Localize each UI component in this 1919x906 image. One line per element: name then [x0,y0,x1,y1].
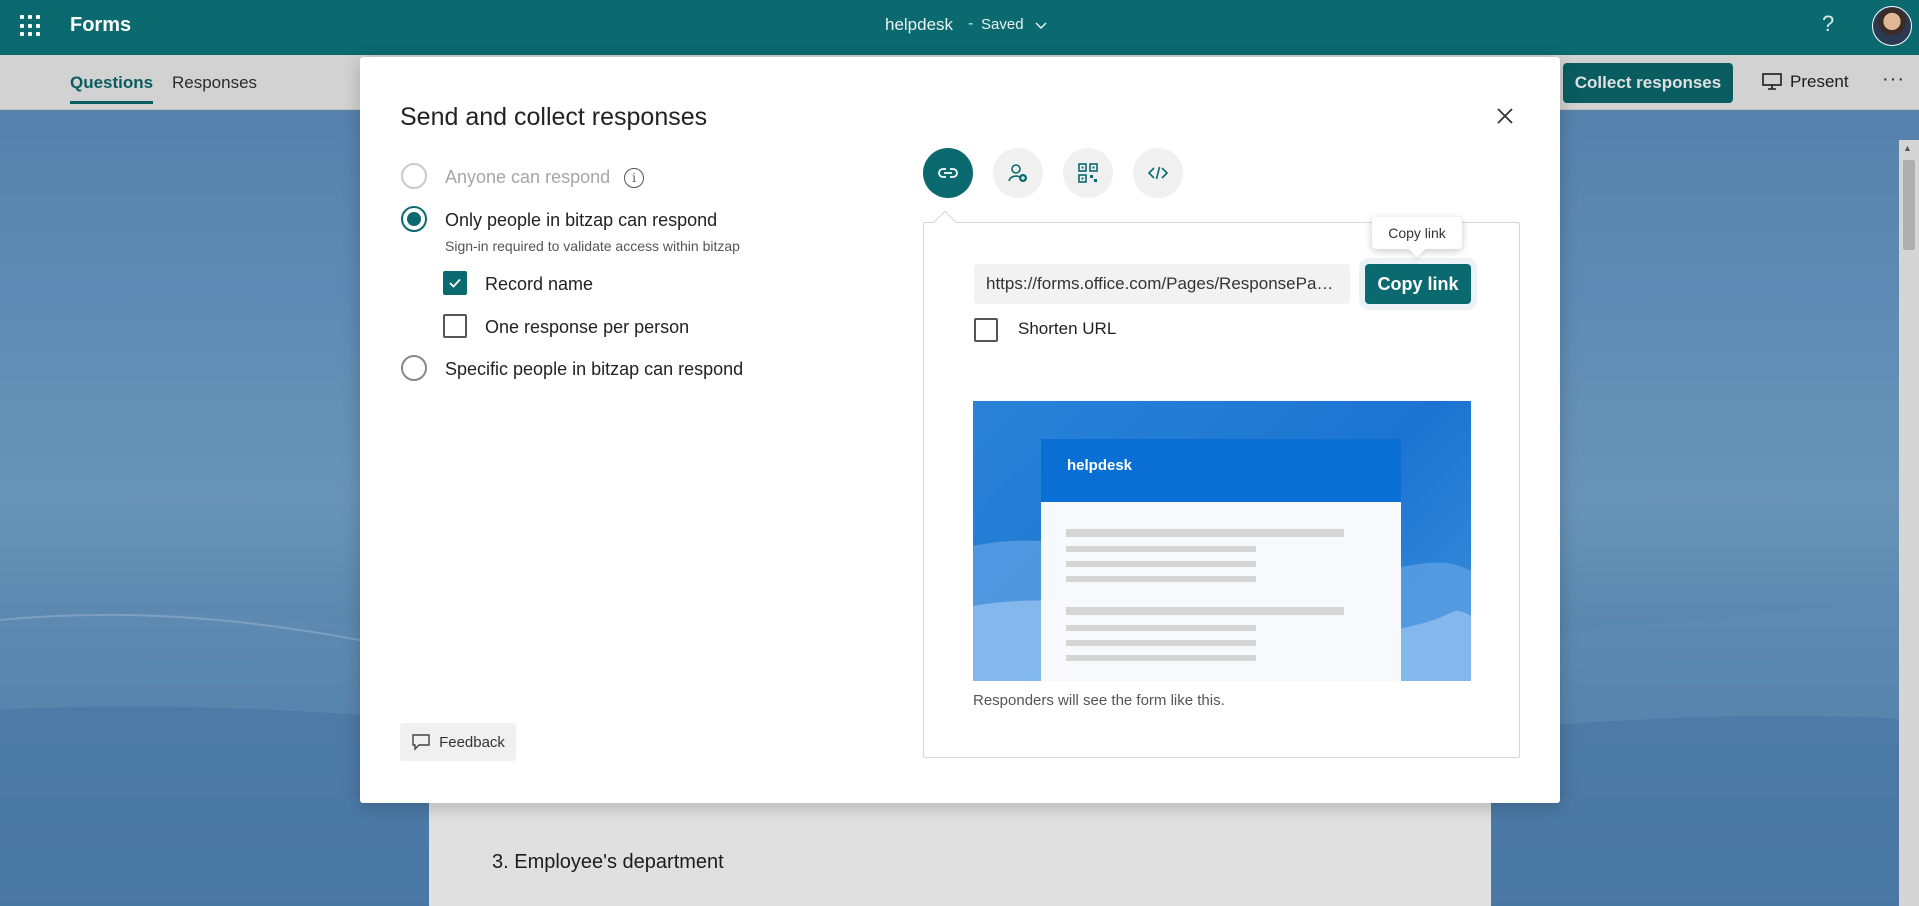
avatar[interactable] [1872,6,1912,46]
preview-line [1066,607,1344,615]
help-icon[interactable]: ? [1822,11,1834,37]
preview-line [1066,561,1256,567]
form-url-field[interactable]: https://forms.office.com/Pages/ResponseP… [974,264,1350,304]
document-title[interactable]: helpdesk [885,15,953,35]
save-status: Saved [981,16,1024,33]
preview-line [1066,625,1256,631]
preview-title: helpdesk [1067,457,1133,474]
embed-code-icon[interactable] [1133,148,1183,198]
option-only-bitzap-label: Only people in bitzap can respond [445,210,718,230]
record-name-label: Record name [485,274,594,294]
preview-caption: Responders will see the form like this. [973,692,1225,709]
shorten-url-label: Shorten URL [1018,319,1117,338]
checkmark-icon [449,278,461,288]
radio-only-bitzap[interactable] [401,206,427,232]
option-specific-people-label: Specific people in bitzap can respond [445,359,744,379]
feedback-button[interactable]: Feedback [400,723,516,761]
send-dialog: Send and collect responses Anyone can re… [360,57,1560,803]
app-name[interactable]: Forms [70,14,131,37]
preview-line [1066,655,1256,661]
record-name-checkbox[interactable] [443,271,467,295]
dialog-title: Send and collect responses [400,103,708,131]
one-response-checkbox[interactable] [443,314,467,338]
one-response-label: One response per person [485,317,690,337]
radio-specific-people[interactable] [401,355,427,381]
copy-link-tooltip: Copy link [1372,217,1462,249]
option-only-bitzap-sub: Sign-in required to validate access with… [445,238,740,254]
preview-line [1066,546,1256,552]
app-launcher-icon[interactable] [20,15,42,37]
qr-code-icon[interactable] [1063,148,1113,198]
preview-line [1066,529,1344,537]
comment-icon [412,734,430,751]
shorten-url-checkbox[interactable] [974,318,998,342]
info-icon[interactable]: i [624,168,644,188]
app-header: Forms helpdesk - Saved ? [0,0,1919,55]
preview-line [1066,576,1256,582]
form-preview-image: helpdesk [973,401,1471,681]
preview-line [1066,640,1256,646]
close-icon[interactable] [1494,105,1516,127]
radio-anyone[interactable] [401,163,427,189]
link-icon[interactable] [923,148,973,198]
copy-link-button[interactable]: Copy link [1365,264,1471,304]
option-anyone-label: Anyone can respond [445,167,611,187]
title-separator: - [968,15,974,32]
chevron-down-icon[interactable] [1034,18,1048,32]
person-add-icon[interactable] [993,148,1043,198]
feedback-label: Feedback [439,733,505,751]
